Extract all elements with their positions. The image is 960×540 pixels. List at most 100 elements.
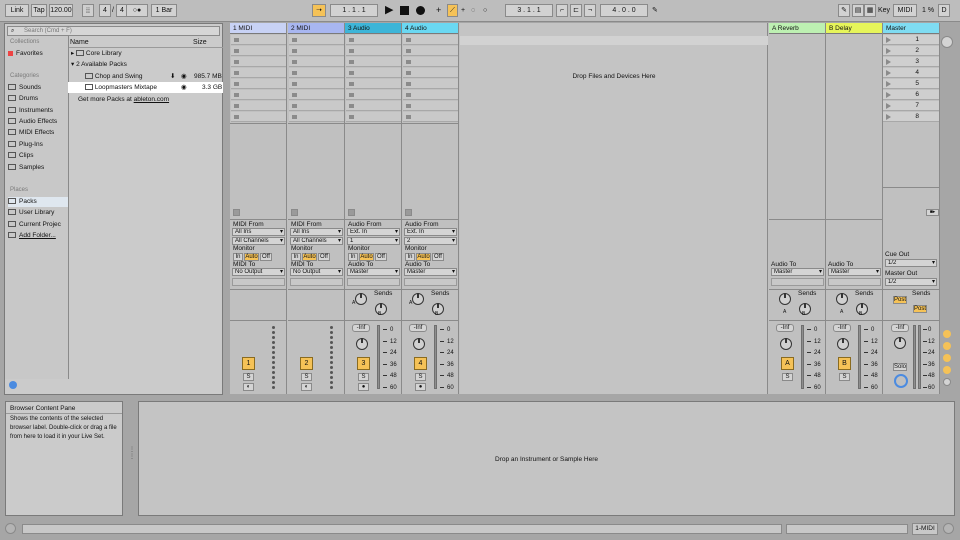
clip-stop-icon[interactable] (349, 38, 354, 42)
clip-slot[interactable] (346, 112, 401, 122)
clip-slot[interactable] (231, 112, 286, 122)
send-a-knob[interactable] (836, 293, 848, 305)
return-title[interactable]: B Delay (826, 23, 882, 34)
master-title[interactable]: Master (883, 23, 939, 34)
download-icon[interactable]: ⬇ (170, 71, 175, 82)
output-type-select[interactable]: No Output (290, 268, 343, 276)
track-stop-button[interactable] (348, 209, 355, 216)
clip-slot[interactable] (346, 79, 401, 89)
detail-resize-handle[interactable]: ⋮ ⋮ (129, 446, 135, 470)
clip-stop-icon[interactable] (349, 115, 354, 119)
output-type-select[interactable]: Master (347, 268, 400, 276)
track-activator-button[interactable]: 1 (242, 357, 255, 370)
scene-play-icon[interactable] (886, 103, 891, 109)
clip-slot[interactable] (231, 68, 286, 78)
clip-stop-icon[interactable] (349, 82, 354, 86)
cue-out-select[interactable]: 1/2 (885, 259, 937, 267)
ableton-link[interactable]: ableton.com (134, 96, 169, 103)
send-a-knob[interactable] (779, 293, 791, 305)
pack-info-icon[interactable]: ◉ (181, 71, 187, 82)
clip-stop-icon[interactable] (234, 60, 239, 64)
col-size-header[interactable]: Size (193, 39, 207, 46)
col-name-header[interactable]: Name (70, 39, 89, 46)
output-type-select[interactable]: Master (404, 268, 457, 276)
key-map-label[interactable]: Key (878, 4, 890, 17)
clip-stop-icon[interactable] (292, 60, 297, 64)
clip-slot[interactable] (403, 46, 458, 56)
solo-button[interactable]: S (243, 373, 254, 381)
io-toggle-icon[interactable] (943, 330, 951, 338)
file-row-chop-and-swing[interactable]: Chop and Swing ⬇ ◉ 985.7 MB (68, 71, 223, 82)
track-title[interactable]: 3 Audio (345, 23, 401, 34)
volume-field[interactable]: -Inf (833, 324, 851, 332)
clip-stop-icon[interactable] (234, 104, 239, 108)
show-detail-icon[interactable] (943, 523, 954, 534)
file-row-core-library[interactable]: ▸ Core Library (68, 48, 223, 59)
sidebar-item-samples[interactable]: Samples (8, 163, 68, 173)
clip-slot[interactable] (346, 46, 401, 56)
sidebar-item-plug-ins[interactable]: Plug-Ins (8, 140, 68, 150)
clip-stop-icon[interactable] (234, 71, 239, 75)
scene-launch-2[interactable]: 2 (883, 46, 939, 56)
crossfader-toggle-icon[interactable] (943, 378, 951, 386)
pan-knob[interactable] (837, 338, 849, 350)
midi-map-button[interactable]: MIDI (893, 4, 917, 17)
clip-stop-icon[interactable] (406, 71, 411, 75)
clip-stop-icon[interactable] (292, 49, 297, 53)
scene-play-icon[interactable] (886, 37, 891, 43)
sidebar-item-clips[interactable]: Clips (8, 151, 68, 161)
pan-knob[interactable] (356, 338, 368, 350)
clip-slot[interactable] (231, 90, 286, 100)
sidebar-item-packs[interactable]: Packs (8, 197, 68, 207)
follow-icon[interactable]: ➝ (312, 4, 326, 17)
position-field[interactable]: 1 . 1 . 1 (330, 4, 378, 17)
clip-stop-icon[interactable] (234, 115, 239, 119)
output-channel-select[interactable] (347, 278, 400, 286)
play-icon[interactable]: ▶ (385, 4, 393, 17)
scene-play-icon[interactable] (886, 70, 891, 76)
clip-stop-icon[interactable] (234, 93, 239, 97)
clip-slot[interactable] (346, 35, 401, 45)
scene-launch-7[interactable]: 7 (883, 101, 939, 111)
scene-play-icon[interactable] (886, 59, 891, 65)
return-activator-button[interactable]: B (838, 357, 851, 370)
overdub-icon[interactable]: + (436, 4, 441, 17)
scene-play-icon[interactable] (886, 114, 891, 120)
track-activator-button[interactable]: 4 (414, 357, 427, 370)
scene-play-icon[interactable] (886, 81, 891, 87)
scene-launch-4[interactable]: 4 (883, 68, 939, 78)
record-arm-icon[interactable]: ● (415, 383, 426, 391)
solo-button[interactable]: S (358, 373, 369, 381)
clip-slot[interactable] (346, 57, 401, 67)
input-type-select[interactable]: Ext. In (347, 228, 400, 236)
punch-out-icon[interactable]: ¬ (584, 4, 596, 17)
clip-stop-icon[interactable] (406, 115, 411, 119)
clip-slot[interactable] (289, 112, 344, 122)
clip-stop-icon[interactable] (406, 49, 411, 53)
automation-arm-icon[interactable]: ⟋ (447, 4, 458, 17)
stop-all-clips-button[interactable]: ■▸ (926, 209, 939, 216)
file-row-available-packs[interactable]: ▾ 2 Available Packs (68, 59, 223, 70)
clip-stop-icon[interactable] (234, 38, 239, 42)
computer-midi-icon[interactable]: ▦ (864, 4, 876, 17)
clip-stop-icon[interactable] (349, 71, 354, 75)
track-stop-button[interactable] (291, 209, 298, 216)
loop-start-field[interactable]: 3 . 1 . 1 (505, 4, 553, 17)
draw-mode-icon[interactable]: ✎ (652, 4, 658, 17)
solo-button[interactable]: S (415, 373, 426, 381)
loop-icon[interactable]: ⊏ (570, 4, 582, 17)
clip-slot[interactable] (403, 79, 458, 89)
sidebar-item-instruments[interactable]: Instruments (8, 106, 68, 116)
clip-slot[interactable] (346, 68, 401, 78)
sidebar-item-drums[interactable]: Drums (8, 94, 68, 104)
sidebar-item-user-library[interactable]: User Library (8, 208, 68, 218)
scroll-top-icon[interactable] (941, 36, 953, 48)
master-out-select[interactable]: 1/2 (885, 278, 937, 286)
clip-slot[interactable] (289, 57, 344, 67)
sends-toggle-icon[interactable] (943, 342, 951, 350)
solo-button[interactable]: S (839, 373, 850, 381)
record-icon[interactable] (416, 6, 425, 15)
metronome-button[interactable]: ○● (126, 4, 148, 17)
master-volume-field[interactable]: -Inf (891, 324, 909, 332)
clip-stop-icon[interactable] (349, 93, 354, 97)
